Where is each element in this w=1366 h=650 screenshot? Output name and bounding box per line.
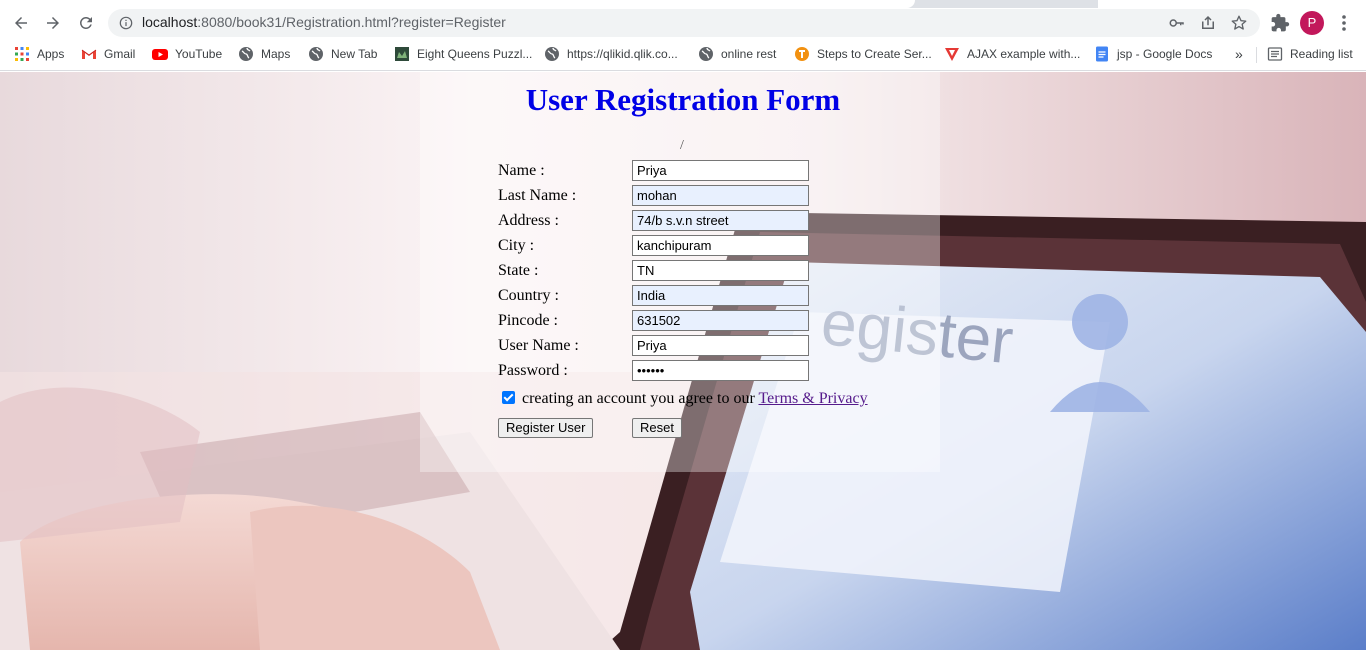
registration-form: User Registration Form / Name : Last Nam… — [0, 72, 1366, 650]
url-text[interactable]: localhost:8080/book31/Registration.html?… — [142, 14, 506, 30]
reset-button[interactable]: Reset — [632, 418, 682, 438]
agree-text: creating an account you agree to our — [522, 390, 755, 407]
bookmark-label: YouTube — [175, 47, 223, 61]
register-user-button[interactable]: Register User — [498, 418, 594, 438]
bookmark-youtube[interactable]: YouTube — [152, 45, 222, 63]
share-icon[interactable] — [1199, 14, 1217, 32]
bookmark-label: Gmail — [104, 47, 136, 61]
pincode-label: Pincode : — [498, 312, 558, 329]
bookmark-label: https://qlikid.qlik.co... — [567, 47, 678, 61]
last-name-label: Last Name : — [498, 187, 577, 204]
country-label: Country : — [498, 287, 559, 304]
info-icon[interactable] — [119, 16, 133, 30]
key-icon[interactable] — [1168, 14, 1186, 32]
bookmarks-divider — [1256, 47, 1257, 63]
bookmark-qlik[interactable]: https://qlikid.qlik.co... — [544, 45, 678, 63]
bookmark-ajax-example[interactable]: AJAX example with... — [944, 45, 1080, 63]
last-name-input[interactable] — [632, 185, 809, 206]
active-tab[interactable] — [0, 0, 915, 8]
bookmark-label: New Tab — [331, 47, 378, 61]
arrow-right-icon — [47, 17, 59, 29]
star-icon[interactable] — [1230, 14, 1248, 32]
bookmark-label: Eight Queens Puzzl... — [417, 47, 533, 61]
extensions-puzzle-icon[interactable] — [1270, 13, 1290, 33]
reload-icon — [79, 16, 92, 29]
user-name-input[interactable] — [632, 335, 809, 356]
country-input[interactable] — [632, 285, 809, 306]
url-path: :8080/book31/Registration.html?register=… — [197, 14, 506, 30]
address-label: Address : — [498, 212, 559, 229]
apps-grid-icon — [15, 47, 29, 61]
bookmarks-bar: Apps Gmail YouTube Maps New Tab Eight Qu… — [0, 38, 1366, 71]
globe-icon — [545, 47, 559, 61]
page-title: User Registration Form — [525, 82, 841, 117]
bookmark-online-rest[interactable]: online rest — [698, 45, 776, 63]
page-viewport: egister User Registration Form / Name : … — [0, 72, 1366, 650]
address-bar[interactable]: localhost:8080/book31/Registration.html?… — [108, 9, 1260, 37]
profile-avatar[interactable]: P — [1300, 11, 1324, 35]
more-menu-icon[interactable] — [1336, 13, 1352, 33]
bookmark-label: AJAX example with... — [967, 47, 1081, 61]
slash-text: / — [680, 138, 684, 153]
bookmark-maps[interactable]: Maps — [238, 45, 290, 63]
bookmark-label: Apps — [37, 47, 65, 61]
youtube-icon — [152, 49, 168, 60]
tab[interactable] — [1098, 0, 1366, 8]
bookmarks-overflow-button[interactable]: » — [1235, 45, 1243, 63]
bookmark-label: Maps — [261, 47, 291, 61]
gmail-icon — [81, 49, 97, 59]
bookmark-steps-create[interactable]: Steps to Create Ser... — [794, 45, 932, 63]
password-label: Password : — [498, 362, 568, 379]
site-favicon-icon — [945, 48, 959, 61]
reading-list-icon — [1267, 47, 1283, 61]
city-label: City : — [498, 237, 535, 254]
google-docs-icon — [1096, 46, 1108, 62]
globe-icon — [699, 47, 713, 61]
city-input[interactable] — [632, 235, 809, 256]
forward-button[interactable] — [40, 10, 66, 36]
name-input[interactable] — [632, 160, 809, 181]
globe-icon — [309, 47, 323, 61]
bookmark-label: Steps to Create Ser... — [817, 47, 932, 61]
tab-strip — [0, 0, 1366, 8]
state-input[interactable] — [632, 260, 809, 281]
address-input[interactable] — [632, 210, 809, 231]
bookmark-jsp-docs[interactable]: jsp - Google Docs — [1094, 45, 1212, 63]
arrow-left-icon — [15, 17, 27, 29]
terms-agreement: creating an account you agree to our Ter… — [502, 390, 868, 408]
bookmark-gmail[interactable]: Gmail — [81, 45, 135, 63]
reading-list-button[interactable]: Reading list — [1267, 45, 1353, 63]
site-favicon-icon — [795, 47, 809, 61]
bookmark-apps[interactable]: Apps — [14, 45, 64, 63]
terms-privacy-link[interactable]: Terms & Privacy — [759, 390, 868, 407]
site-favicon-icon — [395, 47, 409, 61]
bookmark-eight-queens[interactable]: Eight Queens Puzzl... — [394, 45, 532, 63]
password-input[interactable] — [632, 360, 809, 381]
bookmark-label: Reading list — [1290, 47, 1353, 61]
back-button[interactable] — [8, 10, 34, 36]
browser-toolbar: localhost:8080/book31/Registration.html?… — [0, 8, 1366, 38]
reload-button[interactable] — [73, 10, 99, 36]
bookmark-label: online rest — [721, 47, 777, 61]
state-label: State : — [498, 262, 539, 279]
pincode-input[interactable] — [632, 310, 809, 331]
agree-checkbox[interactable] — [502, 391, 515, 404]
bookmark-new-tab[interactable]: New Tab — [308, 45, 377, 63]
user-name-label: User Name : — [498, 337, 579, 354]
url-host: localhost — [142, 14, 198, 30]
name-label: Name : — [498, 162, 545, 179]
bookmark-label: jsp - Google Docs — [1117, 47, 1213, 61]
globe-icon — [239, 47, 253, 61]
